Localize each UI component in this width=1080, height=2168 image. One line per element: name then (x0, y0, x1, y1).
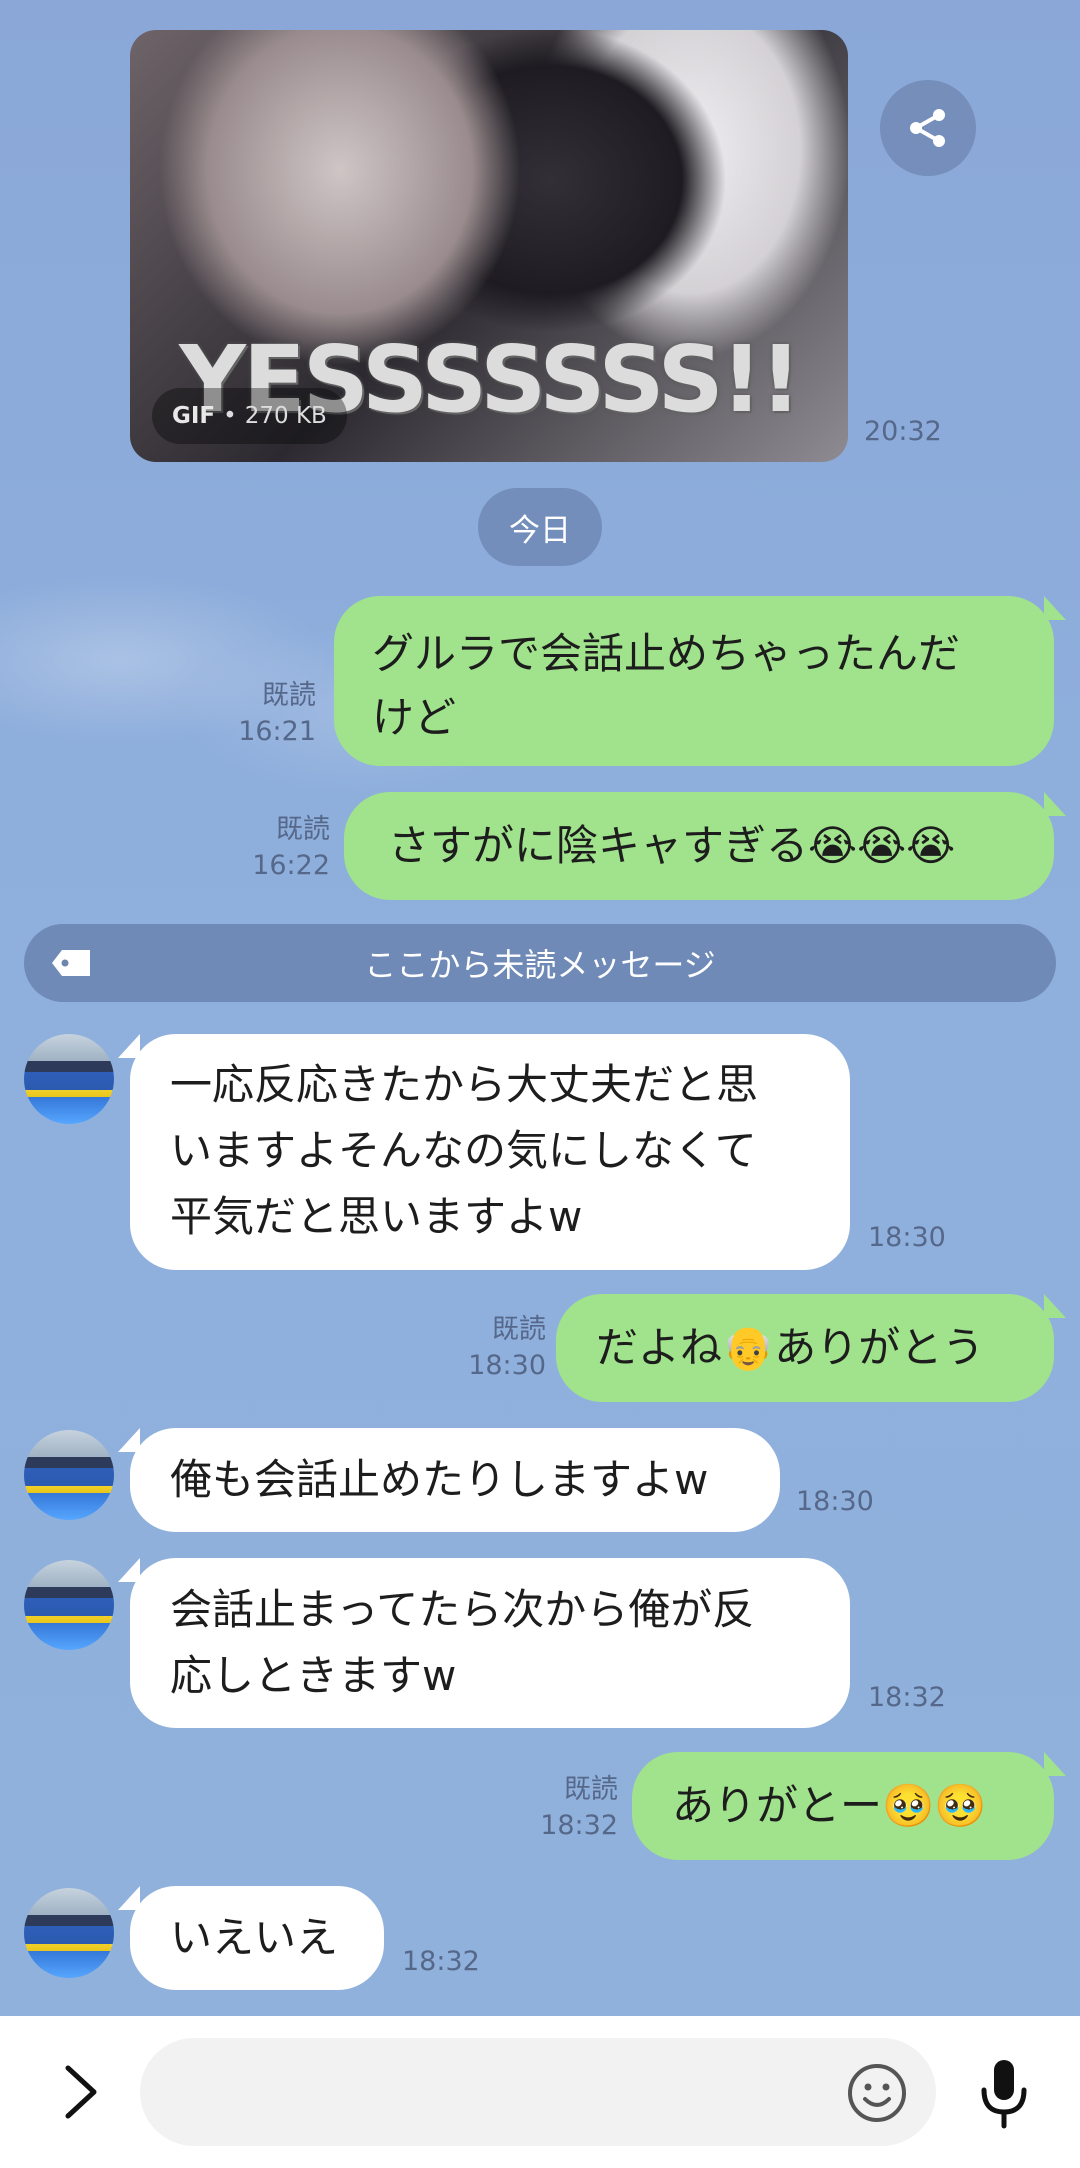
gif-type-label: GIF (172, 403, 216, 429)
read-label: 既読 (276, 814, 330, 845)
message-text: 俺も会話止めたりしますよw (170, 1455, 709, 1504)
bubble-tail (118, 1428, 140, 1452)
message-bubble-incoming[interactable]: 一応反応きたから大丈夫だと思 いますよそんなの気にしなくて 平気だと思いますよw (130, 1034, 850, 1270)
message-text-line: 会話止まってたら次から俺が反 (170, 1585, 755, 1634)
message-time: 18:32 (868, 1682, 946, 1713)
message-input[interactable] (140, 2038, 936, 2146)
bubble-tail (118, 1034, 140, 1058)
gif-time: 20:32 (864, 416, 942, 447)
message-text-line: 平気だと思いますよw (170, 1192, 583, 1241)
message-bubble-incoming[interactable]: いえいえ (130, 1886, 384, 1990)
message-bubble-outgoing[interactable]: さすがに陰キャすぎる😭😭😭 (344, 792, 1054, 900)
message-time: 16:22 (252, 850, 330, 881)
message-time: 18:30 (868, 1222, 946, 1253)
emoji-icon (848, 2064, 906, 2122)
read-receipt: 既読 16:21 (220, 678, 316, 750)
microphone-icon (981, 2060, 1027, 2129)
read-label: 既読 (492, 1314, 546, 1345)
bubble-tail (1044, 596, 1066, 620)
avatar[interactable] (24, 1560, 114, 1650)
share-button[interactable] (880, 80, 976, 176)
unread-label: ここから未読メッセージ (364, 946, 716, 984)
message-text-line: 応しときますw (170, 1651, 457, 1700)
message-text: いえいえ (170, 1913, 339, 1962)
message-text-line: グルラで会話止めちゃったんだ (372, 629, 961, 678)
message-bubble-outgoing[interactable]: だよね👴ありがとう (556, 1294, 1054, 1402)
voice-button[interactable] (976, 2056, 1032, 2132)
message-text-line: けど (372, 693, 457, 742)
avatar[interactable] (24, 1034, 114, 1124)
unread-messages-divider: ここから未読メッセージ (24, 924, 1056, 1002)
chevron-right-icon (65, 2065, 97, 2119)
message-time: 18:30 (796, 1486, 874, 1517)
gif-dot: • (223, 403, 237, 429)
gif-badge: GIF • 270 KB (152, 388, 347, 444)
message-bubble-outgoing[interactable]: ありがとー🥹🥹 (632, 1752, 1054, 1860)
message-bubble-outgoing[interactable]: グルラで会話止めちゃったんだ けど (334, 596, 1054, 766)
bubble-tail (118, 1886, 140, 1910)
message-time: 18:32 (402, 1946, 480, 1977)
read-receipt: 既読 18:30 (450, 1312, 546, 1384)
message-text-line: いますよそんなの気にしなくて (170, 1126, 757, 1175)
bubble-tail (118, 1558, 140, 1582)
avatar[interactable] (24, 1430, 114, 1520)
message-text-line: 一応反応きたから大丈夫だと思 (170, 1060, 759, 1109)
avatar[interactable] (24, 1888, 114, 1978)
message-time: 18:30 (468, 1350, 546, 1381)
read-label: 既読 (262, 680, 316, 711)
date-separator: 今日 (478, 488, 602, 566)
message-time: 16:21 (238, 716, 316, 747)
message-time: 18:32 (540, 1810, 618, 1841)
message-input-bar (0, 2016, 1080, 2168)
read-label: 既読 (564, 1774, 618, 1805)
message-bubble-incoming[interactable]: 会話止まってたら次から俺が反 応しときますw (130, 1558, 850, 1728)
message-text: だよね👴ありがとう (596, 1323, 985, 1372)
gif-size: 270 KB (244, 403, 327, 429)
read-receipt: 既読 16:22 (234, 812, 330, 884)
read-receipt: 既読 18:32 (522, 1772, 618, 1844)
message-bubble-incoming[interactable]: 俺も会話止めたりしますよw (130, 1428, 780, 1532)
emoji-button[interactable] (846, 2062, 908, 2124)
tag-icon (52, 950, 90, 976)
gif-message[interactable]: YESSSSSSS!! GIF • 270 KB (130, 30, 848, 462)
message-text: ありがとー🥹🥹 (672, 1781, 987, 1830)
expand-button[interactable] (56, 2062, 106, 2122)
bubble-tail (1044, 1752, 1066, 1776)
bubble-tail (1044, 792, 1066, 816)
share-icon (910, 109, 945, 147)
message-text: さすがに陰キャすぎる😭😭😭 (388, 821, 956, 870)
bubble-tail (1044, 1294, 1066, 1318)
